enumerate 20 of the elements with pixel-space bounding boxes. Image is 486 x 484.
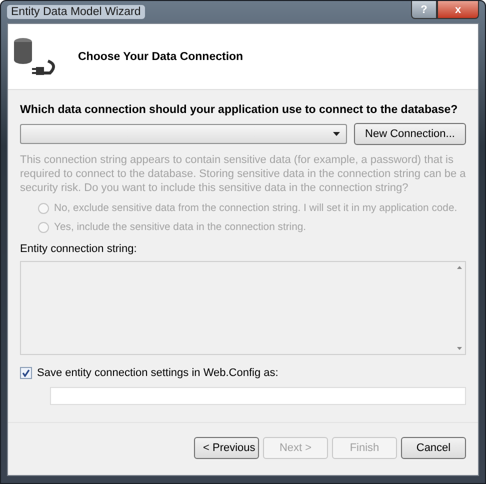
caret-icon — [333, 132, 340, 136]
new-connection-button[interactable]: New Connection... — [354, 123, 466, 145]
checkbox[interactable] — [20, 367, 32, 379]
wizard-button[interactable]: Cancel — [401, 437, 466, 459]
scroll-up-icon[interactable] — [456, 266, 462, 269]
help-button[interactable]: ? — [411, 1, 437, 19]
connection-string-label: Entity connection string: — [20, 243, 138, 255]
radio-label: Yes, include the sensitive data in the connection string. — [54, 222, 306, 233]
scroll-down-icon[interactable] — [456, 347, 462, 350]
database-plug-icon — [12, 36, 58, 76]
close-button[interactable]: x — [437, 1, 479, 19]
sensitive-data-notice: This connection string appears to contain sensitive data (for example, a password) that is required to connect to the database. Storing sensitive data in the connection string can be a security risk. Do you want to include this sensitive data in the connection string? — [20, 153, 466, 195]
config-name-field[interactable] — [50, 387, 466, 405]
question-label: Which data connection should your application use to connect to the database? — [20, 104, 459, 116]
wizard-button[interactable]: < Previous — [194, 437, 259, 459]
page-heading: Choose Your Data Connection — [78, 50, 244, 62]
window-title: Entity Data Model Wizard — [7, 5, 145, 19]
radio-label: No, exclude sensitive data from the connection string. I will set it in my application code. — [54, 203, 458, 214]
checkbox-label: Save entity connection settings in Web.Config as: — [37, 367, 278, 379]
connection-dropdown[interactable] — [20, 124, 347, 144]
